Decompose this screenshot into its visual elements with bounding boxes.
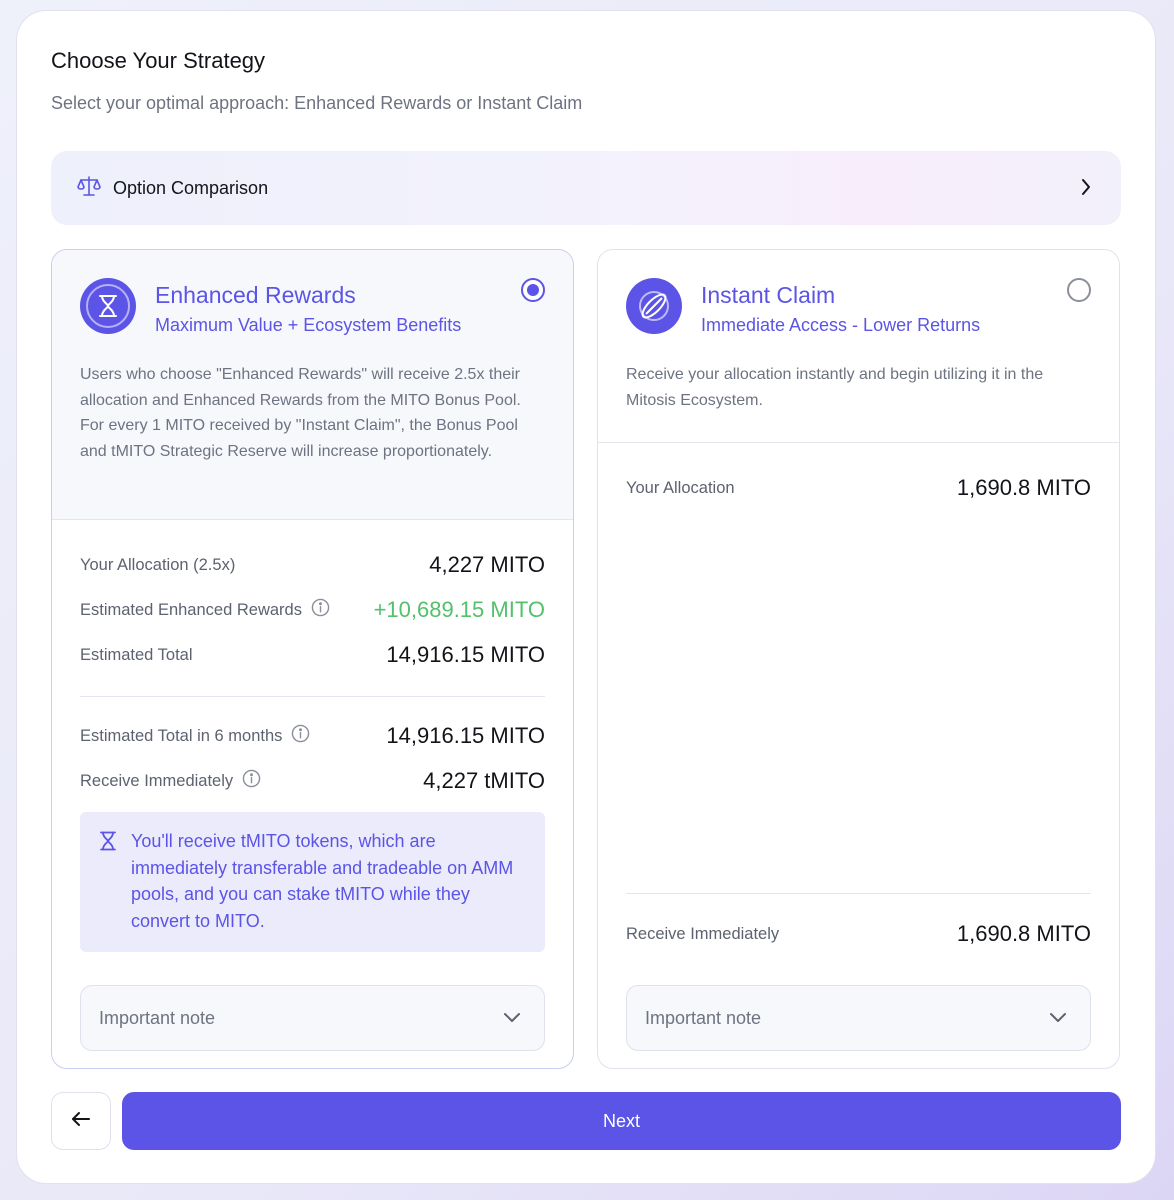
- estimated-total-row: Estimated Total 14,916.15 MITO: [80, 642, 545, 668]
- chevron-down-icon: [502, 1010, 522, 1029]
- estimated-total-label: Estimated Total: [80, 645, 193, 664]
- enhanced-rewards-radio[interactable]: [521, 278, 545, 302]
- info-icon[interactable]: [242, 769, 261, 793]
- option-comparison-label: Option Comparison: [113, 177, 269, 198]
- total-6-months-label: Estimated Total in 6 months: [80, 726, 283, 745]
- instant-claim-card[interactable]: Instant Claim Immediate Access - Lower R…: [597, 249, 1120, 1069]
- orbit-badge-icon: [626, 278, 682, 334]
- scale-icon: [77, 175, 101, 202]
- page-title: Choose Your Strategy: [51, 48, 266, 73]
- enhanced-rewards-row: Estimated Enhanced Rewards +10,689.15 MI…: [80, 597, 545, 623]
- tmito-note: You'll receive tMITO tokens, which are i…: [80, 812, 545, 952]
- hourglass-icon: [100, 831, 116, 859]
- chevron-down-icon: [1048, 1010, 1068, 1029]
- instant-claim-description: Receive your allocation instantly and be…: [626, 366, 1044, 409]
- allocation-row: Your Allocation (2.5x) 4,227 MITO: [80, 552, 545, 578]
- estimated-total-value: 14,916.15 MITO: [386, 642, 545, 667]
- divider: [80, 696, 545, 697]
- hourglass-badge-icon: [80, 278, 136, 334]
- strategy-panel: Choose Your Strategy Select your optimal…: [16, 10, 1156, 1184]
- divider: [626, 893, 1091, 894]
- instant-claim-title: Instant Claim: [701, 282, 836, 308]
- instant-claim-radio[interactable]: [1067, 278, 1091, 302]
- enhanced-rewards-description: Users who choose "Enhanced Rewards" will…: [80, 366, 521, 461]
- instant-receive-label: Receive Immediately: [626, 924, 780, 943]
- page-subtitle: Select your optimal approach: Enhanced R…: [51, 93, 583, 113]
- enhanced-rewards-card[interactable]: Enhanced Rewards Maximum Value + Ecosyst…: [51, 249, 574, 1069]
- instant-receive-row: Receive Immediately 1,690.8 MITO: [626, 921, 1091, 947]
- instant-allocation-label: Your Allocation: [626, 478, 735, 497]
- receive-immediately-label: Receive Immediately: [80, 771, 234, 790]
- back-button[interactable]: [51, 1092, 111, 1150]
- allocation-value: 4,227 MITO: [429, 552, 545, 577]
- enhanced-rewards-title: Enhanced Rewards: [155, 282, 356, 308]
- tmito-note-text: You'll receive tMITO tokens, which are i…: [131, 831, 514, 931]
- instant-receive-value: 1,690.8 MITO: [956, 921, 1091, 946]
- instant-allocation-value: 1,690.8 MITO: [956, 475, 1091, 500]
- info-icon[interactable]: [311, 598, 330, 622]
- next-button[interactable]: Next: [122, 1092, 1121, 1150]
- receive-immediately-row: Receive Immediately 4,227 tMITO: [80, 768, 545, 794]
- important-note-label: Important note: [99, 1007, 216, 1028]
- important-note-dropdown[interactable]: Important note: [80, 985, 545, 1051]
- receive-immediately-value: 4,227 tMITO: [423, 768, 545, 793]
- instant-allocation-row: Your Allocation 1,690.8 MITO: [626, 475, 1091, 501]
- enhanced-rewards-value: +10,689.15 MITO: [373, 597, 545, 622]
- instant-claim-subtitle: Immediate Access - Lower Returns: [701, 315, 981, 335]
- enhanced-rewards-label: Estimated Enhanced Rewards: [80, 600, 302, 619]
- arrow-left-icon: [71, 1111, 91, 1132]
- instant-claim-header: [598, 250, 1119, 443]
- option-comparison-button[interactable]: Option Comparison: [51, 151, 1121, 225]
- enhanced-rewards-subtitle: Maximum Value + Ecosystem Benefits: [155, 315, 462, 335]
- important-note-label: Important note: [645, 1007, 762, 1028]
- total-6-months-value: 14,916.15 MITO: [386, 723, 545, 748]
- chevron-right-icon: [1079, 176, 1093, 203]
- allocation-label: Your Allocation (2.5x): [80, 555, 236, 574]
- total-6-months-row: Estimated Total in 6 months 14,916.15 MI…: [80, 723, 545, 749]
- important-note-dropdown[interactable]: Important note: [626, 985, 1091, 1051]
- info-icon[interactable]: [291, 724, 310, 748]
